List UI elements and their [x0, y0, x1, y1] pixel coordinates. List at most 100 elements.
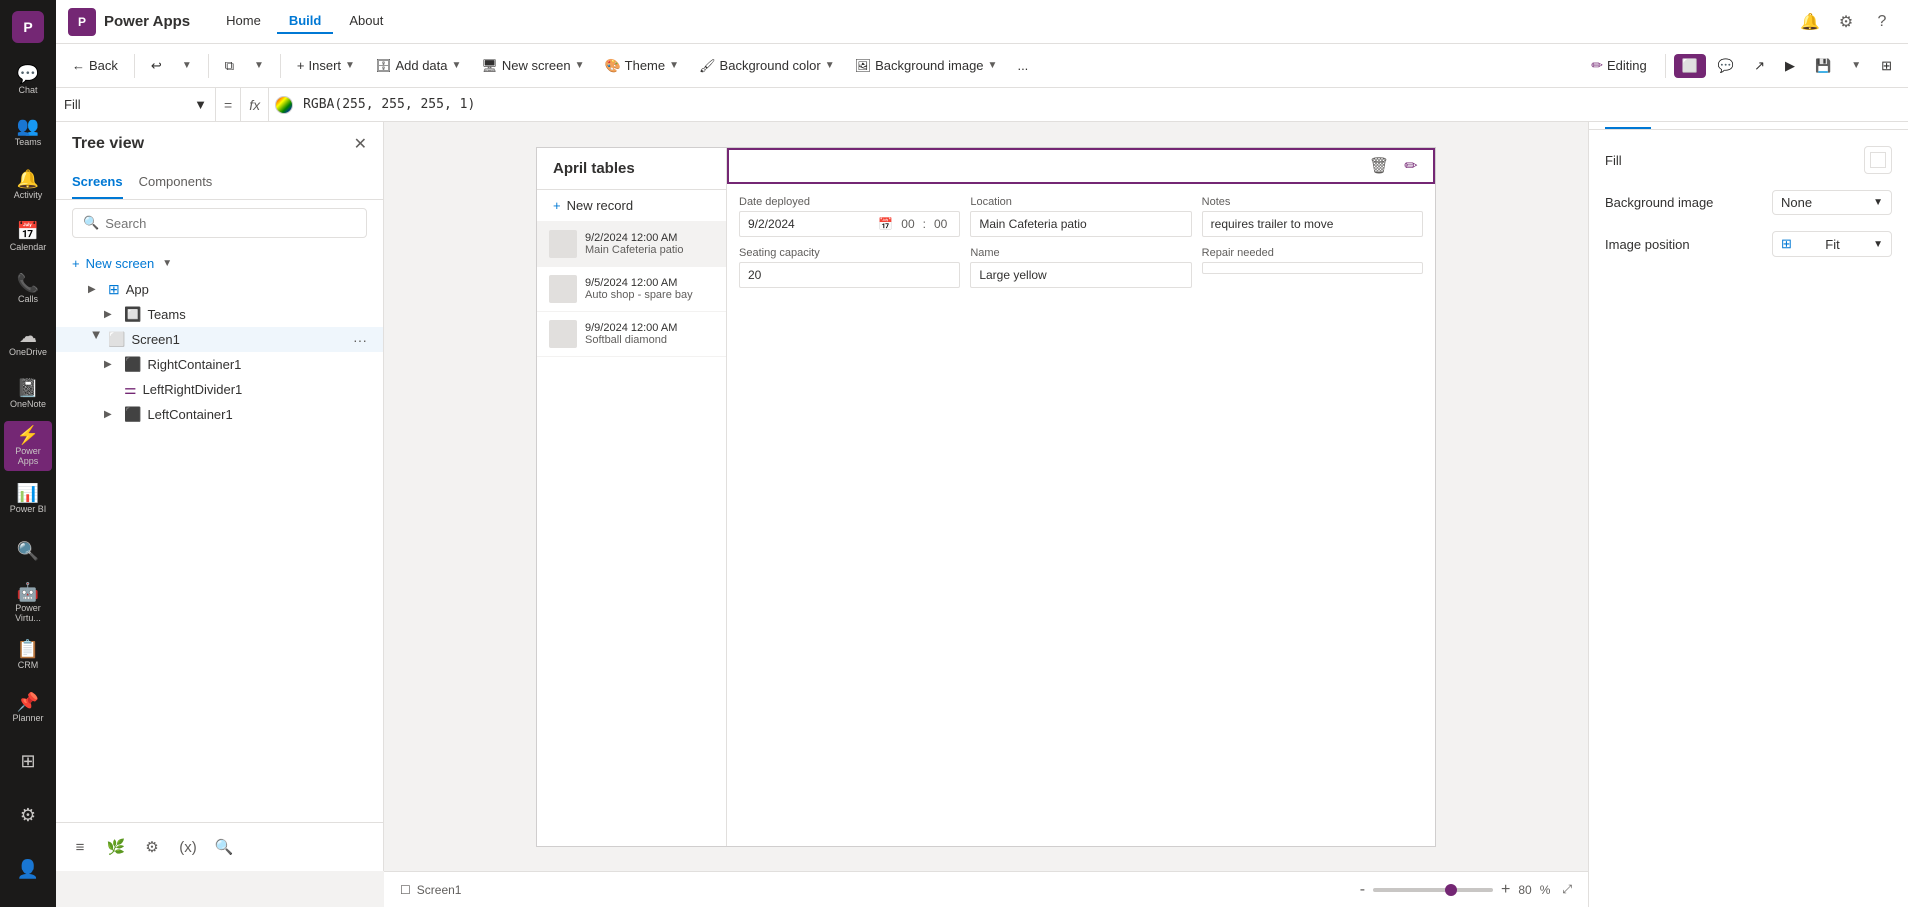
- tree-item-screen1[interactable]: ▶ ⬜ Screen1 ···: [56, 327, 383, 352]
- nav-about[interactable]: About: [337, 9, 395, 34]
- bg-image-value: None: [1781, 195, 1812, 210]
- image-position-select[interactable]: ⊞ Fit ▼: [1772, 231, 1892, 257]
- save-dropdown-button[interactable]: ▼: [1843, 56, 1869, 75]
- share-button[interactable]: ↗: [1746, 54, 1773, 78]
- new-record-plus-icon: +: [553, 198, 561, 213]
- tree-chevron-screen1: ▶: [91, 332, 102, 348]
- nav-item-settings[interactable]: ⚙: [4, 789, 52, 841]
- copy-button[interactable]: ⧉: [217, 54, 242, 78]
- nav-item-chat[interactable]: 💬 Chat: [4, 55, 52, 105]
- equals-sign: =: [216, 88, 241, 121]
- nav-item-apps[interactable]: ⊞: [4, 735, 52, 787]
- zoom-minus-button[interactable]: -: [1360, 881, 1365, 899]
- nav-item-teams[interactable]: 👥 Teams: [4, 107, 52, 157]
- nav-item-powerapps[interactable]: ⚡ Power Apps: [4, 421, 52, 471]
- repair-needed-input[interactable]: [1202, 262, 1423, 274]
- title-logo: P: [68, 8, 96, 36]
- undo-button[interactable]: ↩: [143, 54, 170, 78]
- record-item-2[interactable]: 9/5/2024 12:00 AM Auto shop - spare bay: [537, 267, 726, 312]
- notes-label: Notes: [1202, 196, 1423, 208]
- nav-item-activity[interactable]: 🔔 Activity: [4, 159, 52, 209]
- nav-item-powerbi[interactable]: 📊 Power BI: [4, 473, 52, 523]
- copy-dropdown-button[interactable]: ▼: [246, 56, 272, 75]
- panel-search-icon[interactable]: 🔍: [208, 831, 240, 863]
- tree-item-leftrightdivider1[interactable]: ▶ ⚌ LeftRightDivider1: [56, 377, 383, 402]
- location-input[interactable]: Main Cafeteria patio: [970, 211, 1191, 237]
- nav-item-onedrive[interactable]: ☁ OneDrive: [4, 316, 52, 366]
- new-record-button[interactable]: + New record: [537, 190, 726, 222]
- nav-item-onenote[interactable]: 📓 OneNote: [4, 369, 52, 419]
- tree-item-rightcontainer1[interactable]: ▶ ⬛ RightContainer1: [56, 352, 383, 377]
- settings-icon-title[interactable]: ⚙: [1832, 8, 1860, 36]
- save-button[interactable]: 💾: [1807, 54, 1839, 78]
- view-toggle-button[interactable]: ⬜: [1674, 54, 1706, 78]
- bg-color-button[interactable]: 🖌 Background color ▼: [691, 54, 843, 78]
- panel-tree-icon[interactable]: 🌿: [100, 831, 132, 863]
- nav-label-powervirtual: Power Virtu...: [4, 603, 52, 623]
- tree-search-input[interactable]: [105, 216, 356, 231]
- bg-image-icon: 🖼: [855, 58, 872, 74]
- insert-button[interactable]: + Insert ▼: [289, 54, 363, 77]
- tree-item-teams[interactable]: ▶ 🔲 Teams: [56, 302, 383, 327]
- nav-item-calendar[interactable]: 📅 Calendar: [4, 212, 52, 262]
- tab-screens[interactable]: Screens: [72, 166, 123, 199]
- nav-item-crm[interactable]: 📋 CRM: [4, 630, 52, 680]
- crm-icon: 📋: [17, 640, 39, 658]
- tree-item-app[interactable]: ▶ ⊞ App: [56, 277, 383, 302]
- zoom-thumb[interactable]: [1445, 884, 1457, 896]
- nav-item-user[interactable]: 👤: [4, 843, 52, 895]
- comment-button[interactable]: 💬: [1710, 54, 1742, 78]
- fullscreen-icon[interactable]: ⤢: [1562, 882, 1572, 897]
- record-item-1[interactable]: 9/2/2024 12:00 AM Main Cafeteria patio: [537, 222, 726, 267]
- detail-delete-icon[interactable]: 🗑: [1365, 152, 1393, 180]
- zoom-plus-button[interactable]: +: [1501, 881, 1510, 899]
- more-button[interactable]: ...: [1009, 54, 1036, 77]
- editing-button[interactable]: ✏ Editing: [1581, 53, 1656, 78]
- title-right-area: 🔔 ⚙ ?: [1796, 8, 1896, 36]
- powervirtual-icon: 🤖: [17, 583, 39, 601]
- name-input[interactable]: Large yellow: [970, 262, 1191, 288]
- panel-layers-icon[interactable]: ≡: [64, 831, 96, 863]
- nav-item-search[interactable]: 🔍: [4, 526, 52, 576]
- record-item-3[interactable]: 9/9/2024 12:00 AM Softball diamond: [537, 312, 726, 357]
- tree-label-screen1: Screen1: [131, 332, 349, 347]
- theme-button[interactable]: 🎨 Theme ▼: [596, 54, 687, 78]
- new-screen-button[interactable]: 🖥 New screen ▼: [473, 54, 592, 78]
- apps-grid-button[interactable]: ⊞: [1873, 54, 1900, 78]
- bg-image-button[interactable]: 🖼 Background image ▼: [847, 54, 1006, 78]
- help-icon[interactable]: ?: [1868, 8, 1896, 36]
- calls-icon: 📞: [17, 274, 39, 292]
- nav-home[interactable]: Home: [214, 9, 273, 34]
- date-deployed-input[interactable]: 9/2/2024 📅 00 : 00: [739, 211, 960, 237]
- detail-edit-icon[interactable]: ✏: [1397, 152, 1425, 180]
- panel-variable-icon[interactable]: (x): [172, 831, 204, 863]
- bg-image-property-row: Background image None ▼: [1605, 190, 1892, 215]
- property-dropdown[interactable]: Fill ▼: [56, 88, 216, 121]
- notes-input[interactable]: requires trailer to move: [1202, 211, 1423, 237]
- color-picker-icon[interactable]: [275, 96, 293, 114]
- add-data-button[interactable]: 🗄 Add data ▼: [367, 54, 469, 78]
- fill-color-picker[interactable]: [1864, 146, 1892, 174]
- tab-components[interactable]: Components: [139, 166, 213, 199]
- new-screen-tree-button[interactable]: + New screen ▼: [56, 250, 383, 277]
- nav-item-calls[interactable]: 📞 Calls: [4, 264, 52, 314]
- back-button[interactable]: ← Back: [64, 54, 126, 77]
- bg-color-icon: 🖌: [699, 58, 716, 74]
- nav-item-planner[interactable]: 📌 Planner: [4, 683, 52, 733]
- notifications-icon[interactable]: 🔔: [1796, 8, 1824, 36]
- zoom-slider[interactable]: [1373, 888, 1493, 892]
- nav-item-powervirtual[interactable]: 🤖 Power Virtu...: [4, 578, 52, 628]
- seating-capacity-input[interactable]: 20: [739, 262, 960, 288]
- tree-actions-screen1[interactable]: ···: [353, 332, 367, 348]
- nav-label-chat: Chat: [18, 85, 37, 95]
- nav-build[interactable]: Build: [277, 9, 334, 34]
- bg-image-select[interactable]: None ▼: [1772, 190, 1892, 215]
- insert-chevron: ▼: [345, 60, 355, 71]
- new-screen-plus-icon: +: [72, 256, 80, 271]
- undo-dropdown-button[interactable]: ▼: [174, 56, 200, 75]
- tree-item-leftcontainer1[interactable]: ▶ ⬛ LeftContainer1: [56, 402, 383, 427]
- status-screen-name: Screen1: [417, 883, 462, 897]
- play-button[interactable]: ▶: [1777, 54, 1803, 78]
- panel-close-button[interactable]: ✕: [354, 134, 367, 154]
- panel-settings-icon[interactable]: ⚙: [136, 831, 168, 863]
